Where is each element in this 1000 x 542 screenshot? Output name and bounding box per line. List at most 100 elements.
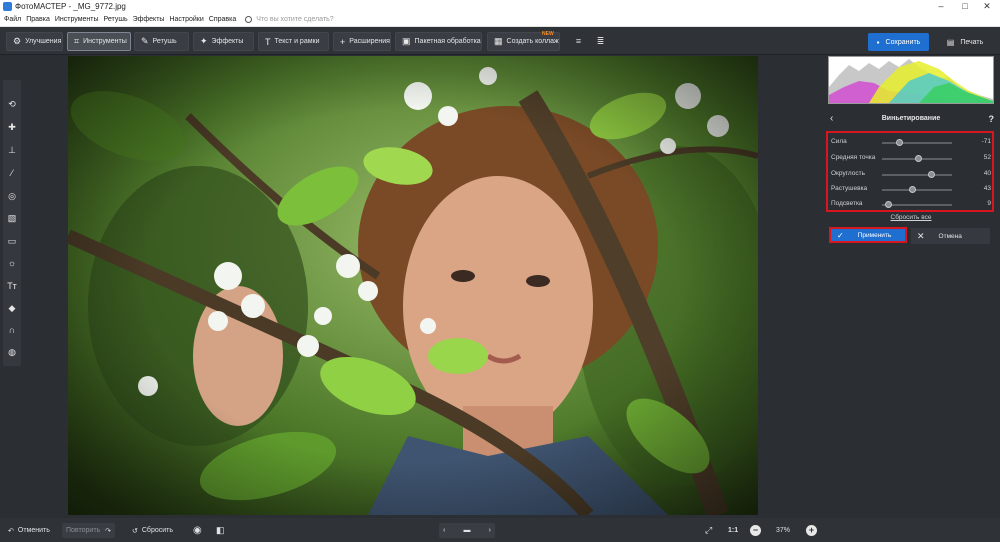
tab-label: Ретушь xyxy=(152,38,177,45)
folder-icon[interactable]: ▬ xyxy=(464,527,471,534)
text-icon[interactable]: Tт xyxy=(3,277,21,295)
slider-value: 52 xyxy=(983,154,991,161)
title-bar: ФотоМАСТЕР - _MG_9772.jpg – □ ✕ xyxy=(0,0,1000,13)
close-icon[interactable]: ✕ xyxy=(976,0,998,13)
fill-icon[interactable]: ◆ xyxy=(3,299,21,317)
app-icon xyxy=(3,2,12,11)
photo-canvas[interactable] xyxy=(68,56,758,515)
menu-bar: Файл Правка Инструменты Ретушь Эффекты Н… xyxy=(0,13,1000,27)
add-list-icon[interactable]: ≡ xyxy=(571,34,586,49)
brush-icon[interactable]: ⁄ xyxy=(3,164,21,182)
next-icon[interactable]: › xyxy=(489,527,491,534)
slider-label: Средняя точка xyxy=(831,154,876,161)
vignette-icon[interactable]: ▭ xyxy=(3,232,21,250)
print-button[interactable]: ▤ Печать xyxy=(935,33,995,51)
slider-knob[interactable] xyxy=(895,139,903,146)
crop-icon: ⌗ xyxy=(74,36,80,46)
slider-highlight[interactable]: Подсветка 9 xyxy=(831,199,991,209)
batch-processing-button[interactable]: ▣ Пакетная обработка xyxy=(395,32,482,51)
slider-track[interactable] xyxy=(882,171,952,178)
stamp-icon[interactable]: ⊥ xyxy=(3,141,21,159)
compare-icon[interactable]: ◧ xyxy=(216,523,225,538)
tab-text-frames[interactable]: T Текст и рамки xyxy=(258,32,329,51)
floppy-icon: ▪ xyxy=(876,37,880,47)
search-box[interactable]: Что вы хотите сделать? xyxy=(245,16,334,23)
fit-screen-icon[interactable]: ⤢ xyxy=(705,523,712,538)
batch-icon: ▣ xyxy=(402,36,411,46)
print-label: Печать xyxy=(960,38,984,46)
zoom-in-icon[interactable]: + xyxy=(806,525,817,536)
slider-track[interactable] xyxy=(882,186,952,193)
maximize-icon[interactable]: □ xyxy=(954,0,976,13)
tab-label: Пакетная обработка xyxy=(414,38,481,45)
slider-value: 43 xyxy=(983,185,991,192)
slider-knob[interactable] xyxy=(909,186,917,193)
zoom-out-icon[interactable]: − xyxy=(750,525,761,536)
menu-settings[interactable]: Настройки xyxy=(169,16,203,23)
redo-button[interactable]: Повторить ↷ xyxy=(62,523,116,538)
magnet-icon[interactable]: ∩ xyxy=(3,321,21,339)
zoom-ratio-button[interactable]: 1:1 xyxy=(728,523,738,538)
settings-list-icon[interactable]: ≣ xyxy=(593,34,608,49)
slider-roundness[interactable]: Округлость 40 xyxy=(831,169,991,179)
plus-icon: + xyxy=(340,36,346,47)
tab-label: Эффекты xyxy=(211,38,244,45)
gradient-icon[interactable]: ▧ xyxy=(3,209,21,227)
save-label: Сохранить xyxy=(885,38,921,46)
slider-track[interactable] xyxy=(882,139,952,146)
sparkle-icon: ✦ xyxy=(200,36,208,46)
light-icon[interactable]: ☼ xyxy=(3,254,21,272)
enhance-icon: ⚙ xyxy=(13,36,22,46)
slider-label: Растушевка xyxy=(831,185,868,192)
slider-knob[interactable] xyxy=(928,171,935,178)
cancel-button[interactable]: ✕ Отмена xyxy=(911,228,990,244)
rotate-icon[interactable]: ⟲ xyxy=(3,95,21,113)
target-icon[interactable]: ◎ xyxy=(3,187,21,205)
file-nav: ‹ ▬ › xyxy=(439,523,495,538)
menu-retouch[interactable]: Ретушь xyxy=(104,16,128,23)
minimize-icon[interactable]: – xyxy=(930,0,952,13)
eye-icon[interactable]: ◉ xyxy=(193,523,202,538)
slider-knob[interactable] xyxy=(915,155,923,162)
slider-value: 40 xyxy=(983,170,991,177)
tab-label: Инструменты xyxy=(83,38,127,45)
globe-icon[interactable]: ◍ xyxy=(3,343,21,361)
menu-edit[interactable]: Правка xyxy=(26,16,50,23)
tab-effects[interactable]: ✦ Эффекты xyxy=(193,32,254,51)
slider-label: Округлость xyxy=(831,170,866,177)
tab-label: Текст и рамки xyxy=(274,38,320,45)
redo-icon: ↷ xyxy=(105,527,112,535)
slider-knob[interactable] xyxy=(885,201,893,208)
tab-retouch[interactable]: ✎ Ретушь xyxy=(134,32,189,51)
tab-extensions[interactable]: + Расширения xyxy=(333,32,391,51)
reset-icon: ↺ xyxy=(132,527,138,535)
menu-help[interactable]: Справка xyxy=(209,16,236,23)
tab-label: Расширения xyxy=(349,38,390,45)
save-button[interactable]: ▪ Сохранить xyxy=(868,33,929,51)
slider-midpoint[interactable]: Средняя точка 52 xyxy=(831,153,991,163)
redo-label: Повторить xyxy=(66,527,101,534)
healing-icon[interactable]: ✚ xyxy=(3,118,21,136)
menu-effects[interactable]: Эффекты xyxy=(133,16,165,23)
menu-tools[interactable]: Инструменты xyxy=(55,16,99,23)
slider-track[interactable] xyxy=(882,155,952,162)
slider-value: -71 xyxy=(981,138,991,145)
slider-feather[interactable]: Растушевка 43 xyxy=(831,184,991,194)
help-icon[interactable]: ? xyxy=(989,114,995,124)
reset-button[interactable]: ↺ Сбросить xyxy=(132,523,173,538)
search-placeholder: Что вы хотите сделать? xyxy=(256,16,334,23)
undo-label: Отменить xyxy=(17,527,50,534)
slider-label: Сила xyxy=(831,138,847,145)
tab-tools[interactable]: ⌗ Инструменты xyxy=(67,32,131,51)
slider-track[interactable] xyxy=(882,201,952,208)
prev-icon[interactable]: ‹ xyxy=(443,527,445,534)
undo-button[interactable]: ↶ Отменить xyxy=(8,523,50,538)
collage-icon: ▦ xyxy=(494,36,503,46)
tab-enhance[interactable]: ⚙ Улучшения xyxy=(6,32,63,51)
reset-all-link[interactable]: Сбросить все xyxy=(826,214,996,221)
menu-file[interactable]: Файл xyxy=(4,16,21,23)
main-toolbar: ⚙ Улучшения ⌗ Инструменты ✎ Ретушь ✦ Эффекты… xyxy=(0,27,1000,55)
slider-strength[interactable]: Сила -71 xyxy=(831,137,991,147)
apply-button[interactable]: ✓ Применить xyxy=(829,227,907,243)
apply-label: Применить xyxy=(857,231,892,239)
